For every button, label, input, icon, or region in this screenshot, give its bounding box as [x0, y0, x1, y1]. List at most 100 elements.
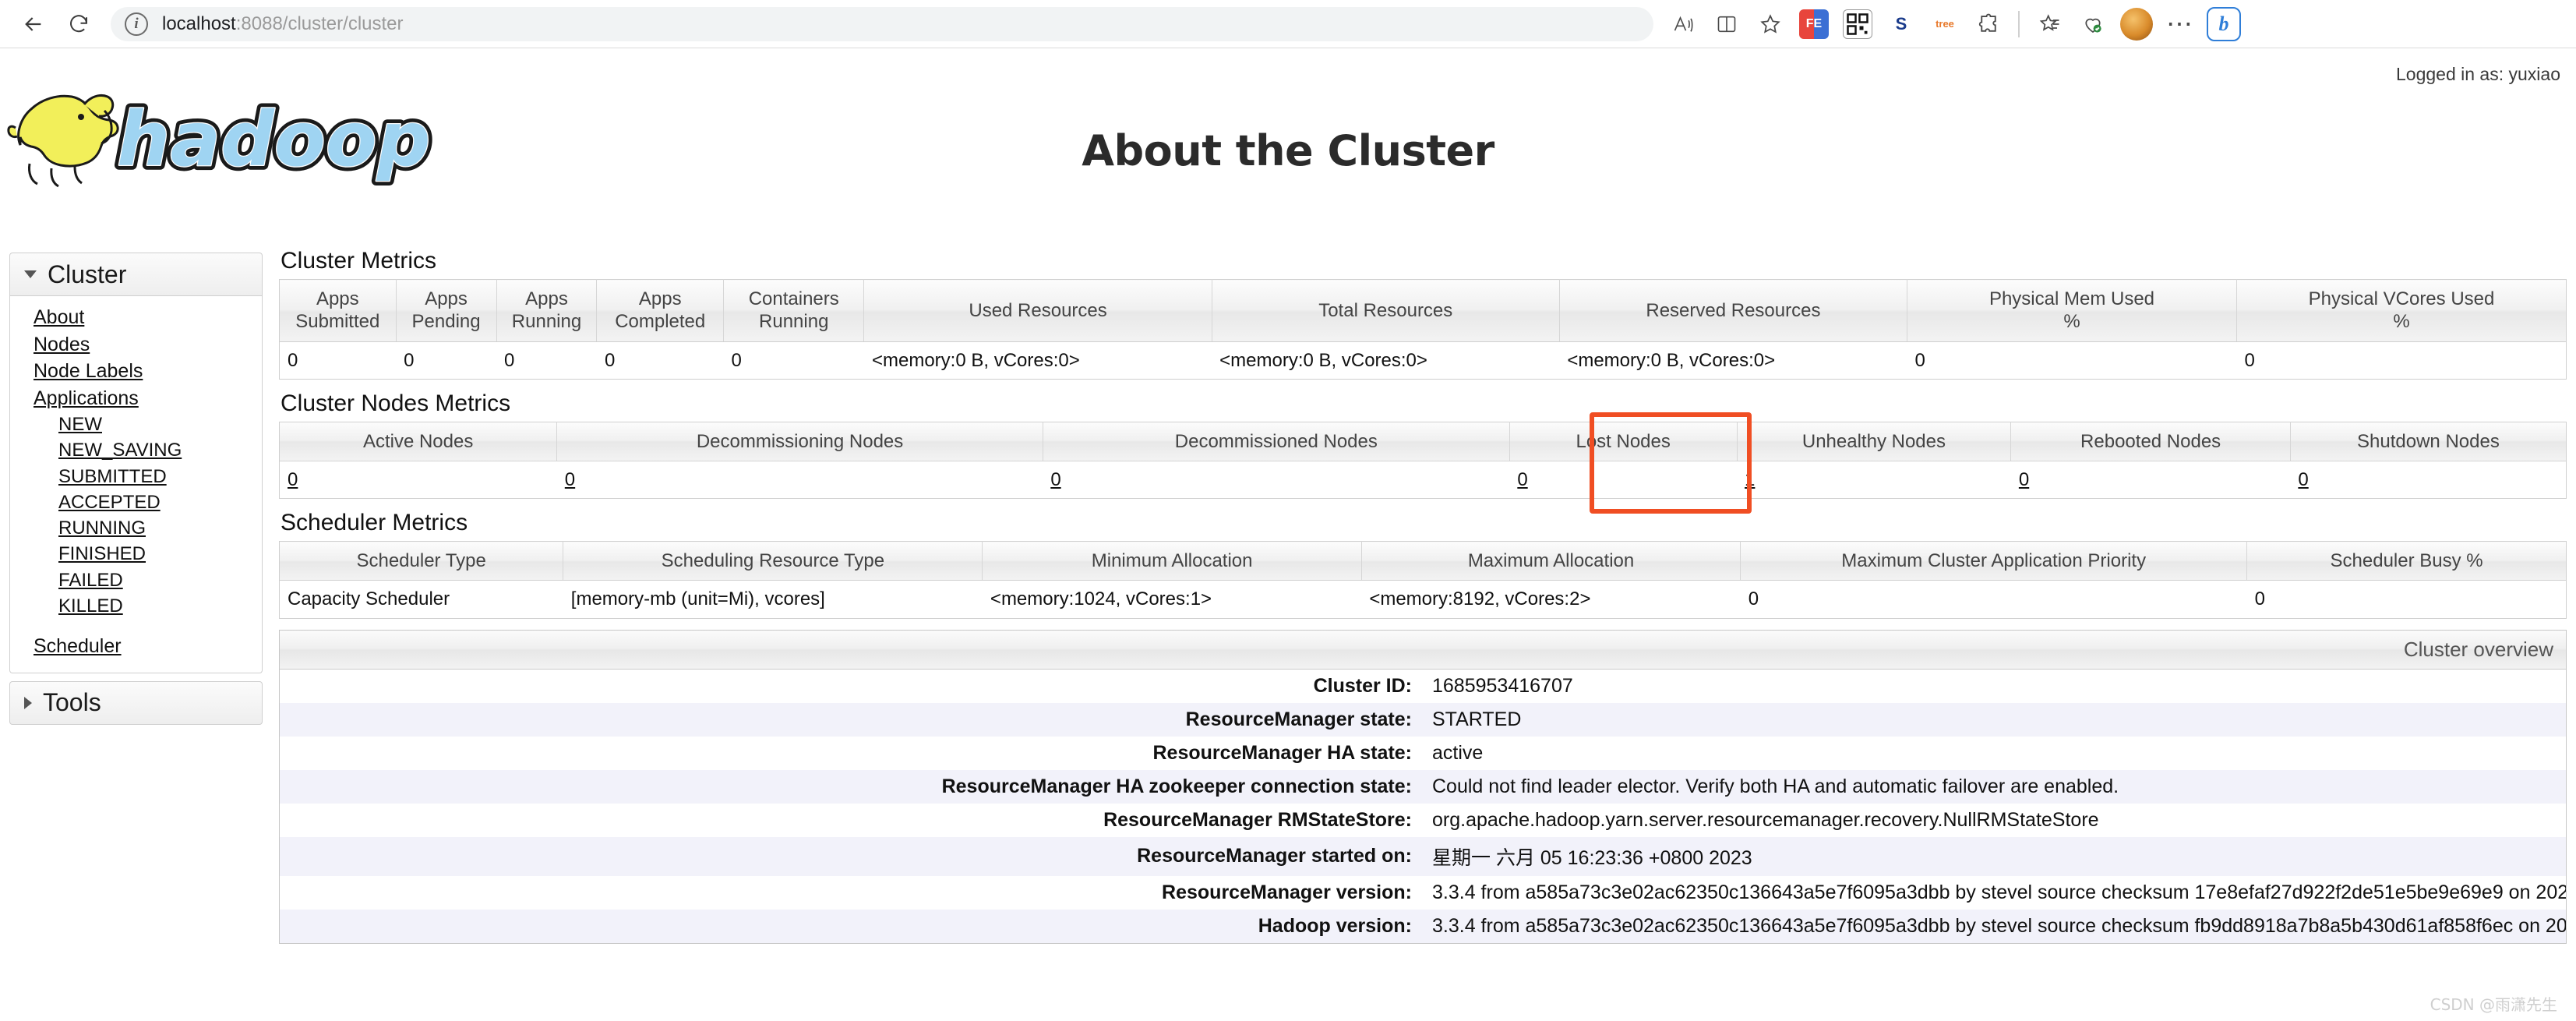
- favorite-star-icon[interactable]: [1750, 4, 1791, 44]
- cell-decommissioned-nodes: 0: [1043, 461, 1509, 498]
- cluster-metrics-header-row: Apps Submitted Apps Pending Apps Running Ap…: [279, 279, 2567, 342]
- url-text: localhost:8088/cluster/cluster: [162, 13, 404, 35]
- cell-reserved-resources: <memory:0 B, vCores:0>: [1567, 349, 1776, 371]
- logged-in-status: Logged in as: yuxiao: [2396, 64, 2560, 84]
- table-row: Capacity Scheduler [memory-mb (unit=Mi),…: [280, 581, 2567, 618]
- link-lost-nodes[interactable]: 0: [1517, 469, 1527, 490]
- table-row: Cluster ID: 1685953416707: [280, 669, 2567, 703]
- extension-fe-icon[interactable]: FE: [1794, 4, 1834, 44]
- cell-maximum-allocation: <memory:8192, vCores:2>: [1369, 588, 1591, 610]
- settings-more-icon[interactable]: ⋯: [2160, 4, 2200, 44]
- sidebar-item-scheduler[interactable]: Scheduler: [10, 633, 262, 660]
- table-row: Hadoop version: 3.3.4 from a585a73c3e02a…: [279, 909, 2567, 944]
- table-row: ResourceManager RMStateStore: org.apache…: [280, 804, 2567, 837]
- col-apps-running-l1: Apps: [525, 288, 568, 309]
- table-row: ResourceManager state: STARTED: [279, 702, 2567, 737]
- refresh-icon[interactable]: [56, 2, 101, 47]
- sidebar-group-tools[interactable]: Tools: [9, 680, 263, 725]
- value-rm-started-on: 星期一 六月 05 16:23:36 +0800 2023: [1423, 836, 2567, 876]
- label-rm-ha-state: ResourceManager HA state:: [1152, 741, 1412, 764]
- cluster-overview-caption: Cluster overview: [279, 630, 2567, 669]
- col-apps-submitted-l2: Submitted: [295, 311, 380, 333]
- profile-avatar[interactable]: [2116, 4, 2157, 44]
- table-row: ResourceManager HA state: active: [280, 737, 2567, 770]
- col-used-resources: Used Resources: [863, 279, 1212, 342]
- col-apps-completed-l1: Apps: [638, 288, 682, 309]
- cell-apps-completed: 0: [604, 349, 616, 371]
- site-info-icon[interactable]: i: [125, 12, 148, 36]
- sidebar-item-running[interactable]: RUNNING: [10, 515, 262, 541]
- value-rm-statestore: org.apache.hadoop.yarn.server.resourcema…: [1432, 808, 2099, 831]
- extension-puzzle-icon[interactable]: [1968, 4, 2009, 44]
- link-shutdown-nodes[interactable]: 0: [2298, 469, 2308, 490]
- label-rm-version: ResourceManager version:: [1162, 881, 1412, 903]
- value-rm-ha-zk-state: Could not find leader elector. Verify bo…: [1423, 769, 2567, 804]
- col-decommissioned-nodes: Decommissioned Nodes: [1043, 422, 1510, 461]
- sidebar-item-node-labels[interactable]: Node Labels: [10, 358, 262, 385]
- collections-icon[interactable]: [2029, 4, 2070, 44]
- col-containers-running: Containers Running: [723, 279, 865, 342]
- extension-qrcode-icon[interactable]: [1837, 4, 1878, 44]
- sidebar-item-killed[interactable]: KILLED: [10, 593, 262, 619]
- sidebar-item-accepted[interactable]: ACCEPTED: [10, 489, 262, 515]
- address-bar[interactable]: i localhost:8088/cluster/cluster: [111, 6, 1653, 41]
- col-apps-running: Apps Running: [496, 279, 598, 342]
- col-active-nodes: Active Nodes: [279, 422, 558, 461]
- cluster-metrics-table: Apps Submitted Apps Pending Apps Running Ap…: [279, 279, 2567, 380]
- sidebar-item-new[interactable]: NEW: [10, 412, 262, 437]
- sidebar-item-failed[interactable]: FAILED: [10, 567, 262, 593]
- col-physical-vcores-used: Physical VCores Used%: [2236, 279, 2567, 342]
- link-decommissioning-nodes[interactable]: 0: [565, 469, 575, 490]
- cluster-nodes-metrics-title: Cluster Nodes Metrics: [281, 390, 511, 416]
- link-decommissioned-nodes[interactable]: 0: [1050, 469, 1060, 490]
- col-total-resources: Total Resources: [1212, 279, 1560, 342]
- qr-badge: [1843, 9, 1872, 39]
- cluster-nodes-metrics-table: Active Nodes Decommissioning Nodes Decom…: [279, 421, 2567, 500]
- extension-s-icon[interactable]: S: [1881, 4, 1921, 44]
- cell-total-resources: <memory:0 B, vCores:0>: [1219, 349, 1427, 371]
- read-aloud-icon[interactable]: [1663, 4, 1703, 44]
- table-row: 0 0 0 0 1 0 0: [280, 461, 2567, 498]
- main-content: Cluster Metrics Apps Submitted Apps Pendin…: [279, 248, 2567, 944]
- link-rebooted-nodes[interactable]: 0: [2019, 469, 2029, 490]
- cell-physical-vcores-used: 0: [2244, 349, 2255, 371]
- col-physical-vcores-used-l1: Physical VCores Used: [2308, 288, 2495, 309]
- sidebar-item-applications[interactable]: Applications: [10, 385, 262, 412]
- cell-active-nodes: 0: [280, 461, 557, 498]
- label-rm-started-on: ResourceManager started on:: [279, 836, 1423, 876]
- sidebar-item-finished[interactable]: FINISHED: [10, 541, 262, 567]
- cluster-nodes-metrics-wrapper: Active Nodes Decommissioning Nodes Decom…: [279, 412, 2567, 514]
- table-row: ResourceManager HA zookeeper connection …: [279, 769, 2567, 804]
- link-active-nodes[interactable]: 0: [288, 469, 298, 490]
- extension-tree-icon[interactable]: tree: [1925, 4, 1965, 44]
- col-physical-mem-used-l2: %: [2063, 311, 2080, 333]
- toolbar-icon-group: FE S tree ⋯ b: [1663, 4, 2244, 44]
- col-scheduler-busy: Scheduler Busy %: [2246, 541, 2567, 581]
- table-row: ResourceManager started on: 星期一 六月 05 16…: [279, 836, 2567, 876]
- sidebar-item-submitted[interactable]: SUBMITTED: [10, 464, 262, 489]
- split-screen-icon[interactable]: [1706, 4, 1747, 44]
- chevron-down-icon: [24, 270, 37, 278]
- back-button[interactable]: [11, 2, 56, 47]
- browser-essentials-icon[interactable]: [2073, 4, 2113, 44]
- link-unhealthy-nodes[interactable]: 1: [1745, 469, 1755, 490]
- copilot-icon[interactable]: b: [2204, 4, 2244, 44]
- browser-toolbar: i localhost:8088/cluster/cluster FE S tr…: [0, 0, 2576, 48]
- label-rm-ha-zk-state: ResourceManager HA zookeeper connection …: [279, 769, 1423, 804]
- sidebar-item-new-saving[interactable]: NEW_SAVING: [10, 437, 262, 463]
- value-rm-state: STARTED: [1423, 702, 2567, 737]
- chevron-right-icon: [24, 696, 32, 709]
- label-rm-state: ResourceManager state:: [279, 702, 1423, 737]
- extension-tree-badge: tree: [1930, 9, 1960, 39]
- sidebar-item-nodes[interactable]: Nodes: [10, 331, 262, 359]
- cell-apps-running: 0: [504, 349, 515, 371]
- value-cluster-id: 1685953416707: [1432, 674, 1573, 697]
- info-glyph: i: [134, 15, 139, 32]
- sidebar-group-cluster[interactable]: Cluster: [9, 253, 263, 296]
- cell-used-resources: <memory:0 B, vCores:0>: [871, 349, 1080, 371]
- sidebar-item-about[interactable]: About: [10, 304, 262, 331]
- sidebar-group-tools-label: Tools: [43, 688, 101, 717]
- copilot-label: b: [2218, 12, 2229, 35]
- col-maximum-allocation: Maximum Allocation: [1361, 541, 1741, 581]
